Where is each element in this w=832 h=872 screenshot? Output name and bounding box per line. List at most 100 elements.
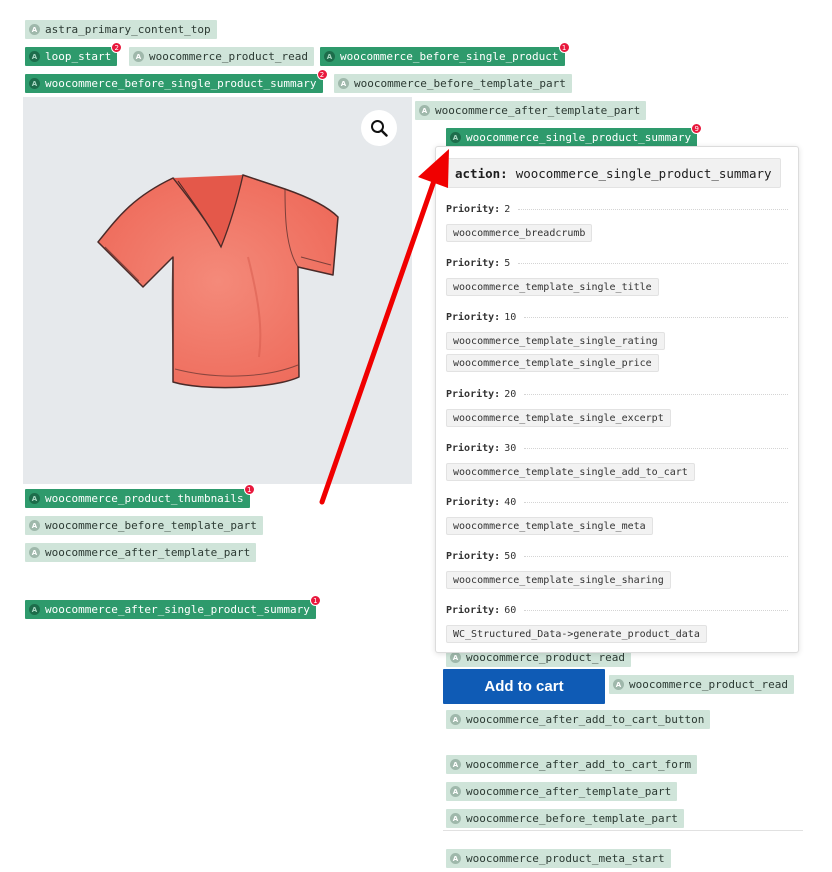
priority-label: Priority:: [446, 496, 501, 508]
hook-tag-before-template-part-left[interactable]: Awoocommerce_before_template_part: [25, 516, 263, 535]
priority-value: 20: [504, 388, 517, 400]
hook-label: woocommerce_single_product_summary: [466, 131, 692, 144]
hook-label: woocommerce_after_template_part: [466, 785, 672, 798]
hook-tag-loop-start[interactable]: Aloop_start 2: [25, 42, 123, 66]
product-image[interactable]: [23, 97, 412, 484]
a-circle-icon: A: [450, 853, 461, 864]
hook-tag-after-add-to-cart-button[interactable]: Awoocommerce_after_add_to_cart_button: [446, 710, 711, 729]
hook-tag-after-single-product-summary[interactable]: Awoocommerce_after_single_product_summar…: [25, 595, 321, 619]
a-circle-icon: A: [450, 714, 461, 725]
callback-item[interactable]: WC_Structured_Data->generate_product_dat…: [446, 625, 707, 643]
priority-value: 40: [504, 496, 517, 508]
hook-label: woocommerce_after_add_to_cart_button: [466, 713, 705, 726]
a-circle-icon: A: [324, 51, 335, 62]
count-badge: 1: [558, 42, 570, 53]
priority-row: Priority: 40: [446, 495, 788, 509]
hook-tag-after-add-to-cart-form[interactable]: Awoocommerce_after_add_to_cart_form: [446, 755, 698, 774]
a-circle-icon: A: [29, 78, 40, 89]
priority-row: Priority: 2: [446, 202, 788, 216]
a-circle-icon: A: [29, 604, 40, 615]
zoom-button[interactable]: [361, 110, 397, 146]
hook-label: astra_primary_content_top: [45, 23, 211, 36]
magnifier-icon: [371, 120, 388, 137]
a-circle-icon: A: [29, 493, 40, 504]
hook-tag-before-template-part-top[interactable]: Awoocommerce_before_template_part: [334, 74, 572, 93]
hook-label: woocommerce_product_read: [149, 50, 308, 63]
hook-tag-product-meta-start[interactable]: Awoocommerce_product_meta_start: [446, 849, 671, 868]
hook-label: woocommerce_before_single_product_summar…: [45, 77, 317, 90]
add-to-cart-button[interactable]: Add to cart: [443, 669, 605, 704]
callback-item[interactable]: woocommerce_template_single_meta: [446, 517, 653, 535]
hook-label: woocommerce_after_single_product_summary: [45, 603, 310, 616]
hook-label: loop_start: [45, 50, 112, 63]
callback-item[interactable]: woocommerce_template_single_excerpt: [446, 409, 671, 427]
hook-tag-astra-primary-content-top[interactable]: Aastra_primary_content_top: [25, 20, 217, 39]
count-badge: 1: [243, 484, 255, 495]
a-circle-icon: A: [450, 786, 461, 797]
priority-value: 5: [504, 257, 511, 269]
hook-label: woocommerce_after_add_to_cart_form: [466, 758, 692, 771]
hook-tag-after-template-part-right[interactable]: Awoocommerce_after_template_part: [446, 782, 678, 801]
priority-label: Priority:: [446, 203, 501, 215]
callback-item[interactable]: woocommerce_template_single_add_to_cart: [446, 463, 695, 481]
hook-label: woocommerce_product_meta_start: [466, 852, 665, 865]
action-hook-name: woocommerce_single_product_summary: [515, 165, 772, 181]
hook-tag-after-template-part-left[interactable]: Awoocommerce_after_template_part: [25, 543, 257, 562]
priority-value: 10: [504, 311, 517, 323]
a-circle-icon: A: [29, 51, 40, 62]
hook-label: woocommerce_before_template_part: [45, 519, 257, 532]
hook-tag-before-single-product-summary[interactable]: Awoocommerce_before_single_product_summa…: [25, 69, 328, 93]
priority-label: Priority:: [446, 550, 501, 562]
callback-item[interactable]: woocommerce_template_single_price: [446, 354, 659, 372]
callback-item[interactable]: woocommerce_template_single_title: [446, 278, 659, 296]
priority-label: Priority:: [446, 257, 501, 269]
priority-row: Priority: 60: [446, 603, 788, 617]
a-circle-icon: A: [450, 813, 461, 824]
a-circle-icon: A: [133, 51, 144, 62]
a-circle-icon: A: [450, 652, 461, 663]
hook-tag-after-template-part-top[interactable]: Awoocommerce_after_template_part: [415, 101, 647, 120]
hook-tag-single-product-summary[interactable]: Awoocommerce_single_product_summary 9: [446, 123, 703, 147]
hook-label: woocommerce_product_read: [629, 678, 788, 691]
hook-label: woocommerce_before_single_product: [340, 50, 559, 63]
hook-label: woocommerce_after_template_part: [435, 104, 641, 117]
a-circle-icon: A: [29, 24, 40, 35]
a-circle-icon: A: [29, 547, 40, 558]
priority-row: Priority: 5: [446, 256, 788, 270]
hook-tag-product-read-top[interactable]: Awoocommerce_product_read: [129, 47, 314, 66]
a-circle-icon: A: [338, 78, 349, 89]
hook-tag-before-template-part-right[interactable]: Awoocommerce_before_template_part: [446, 809, 684, 828]
hook-label: woocommerce_after_template_part: [45, 546, 251, 559]
a-circle-icon: A: [29, 520, 40, 531]
hook-tag-before-single-product[interactable]: Awoocommerce_before_single_product 1: [320, 42, 570, 66]
priority-value: 30: [504, 442, 517, 454]
count-badge: 9: [691, 123, 703, 134]
tshirt-illustration: [97, 174, 339, 389]
count-badge: 1: [309, 595, 321, 606]
priority-label: Priority:: [446, 388, 501, 400]
action-label: action:: [455, 165, 508, 181]
priority-row: Priority: 30: [446, 441, 788, 455]
hook-tag-product-read-cart[interactable]: Awoocommerce_product_read: [609, 675, 794, 694]
count-badge: 2: [111, 42, 123, 53]
divider: [443, 830, 803, 831]
hook-label: woocommerce_before_template_part: [354, 77, 566, 90]
hook-tag-product-thumbnails[interactable]: Awoocommerce_product_thumbnails 1: [25, 484, 255, 508]
count-badge: 2: [316, 69, 328, 80]
priority-label: Priority:: [446, 311, 501, 323]
priority-label: Priority:: [446, 442, 501, 454]
priority-value: 60: [504, 604, 517, 616]
hook-callbacks-popover: action: woocommerce_single_product_summa…: [435, 146, 799, 653]
callback-item[interactable]: woocommerce_template_single_sharing: [446, 571, 671, 589]
callback-item[interactable]: woocommerce_breadcrumb: [446, 224, 593, 242]
priority-row: Priority: 20: [446, 387, 788, 401]
callback-item[interactable]: woocommerce_template_single_rating: [446, 332, 665, 350]
priority-value: 50: [504, 550, 517, 562]
priority-value: 2: [504, 203, 511, 215]
hook-label: woocommerce_product_thumbnails: [45, 492, 244, 505]
a-circle-icon: A: [419, 105, 430, 116]
a-circle-icon: A: [450, 759, 461, 770]
priority-label: Priority:: [446, 604, 501, 616]
popover-header: action: woocommerce_single_product_summa…: [446, 158, 781, 188]
a-circle-icon: A: [613, 679, 624, 690]
